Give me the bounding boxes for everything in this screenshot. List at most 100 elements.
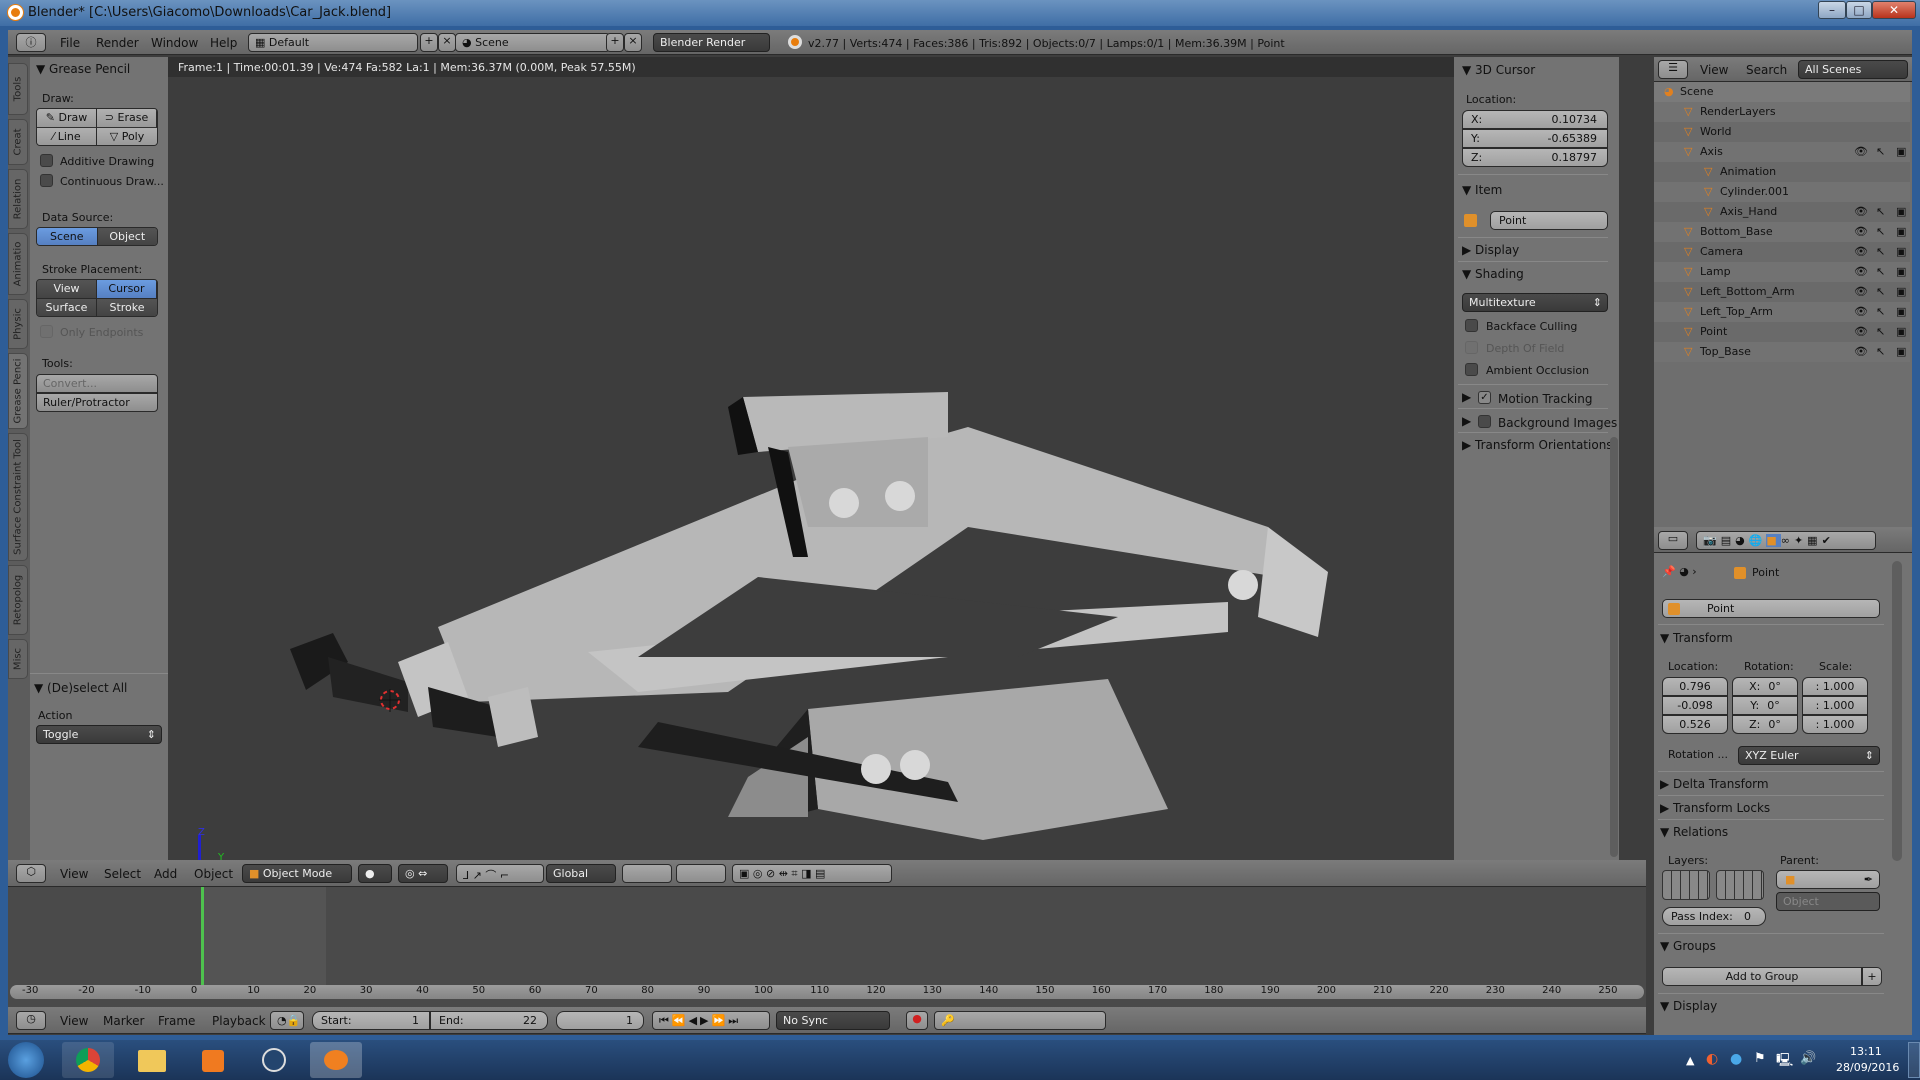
tab-misc[interactable]: Misc [8, 639, 28, 679]
editor-type-outliner-icon[interactable]: ☰ [1658, 60, 1688, 79]
add-layout-icon[interactable]: + [420, 33, 438, 52]
select-arrow-icon[interactable]: ↖ [1876, 205, 1885, 218]
menu-playback[interactable]: Playback [212, 1014, 266, 1028]
shading-mode-select[interactable]: Multitexture ⇕ [1462, 293, 1608, 312]
depth-of-field-checkbox[interactable] [1465, 341, 1478, 354]
menu-object[interactable]: Object [194, 867, 233, 881]
motion-tracking-panel-header[interactable]: ▶ [1462, 390, 1471, 404]
render-camera-icon[interactable]: ▣ [1896, 325, 1906, 338]
add-group-icon[interactable]: + [1862, 967, 1882, 986]
add-scene-icon[interactable]: + [606, 33, 624, 52]
item-panel-header[interactable]: ▼ Item [1462, 183, 1502, 197]
select-arrow-icon[interactable]: ↖ [1876, 285, 1885, 298]
continuous-drawing-checkbox[interactable] [40, 174, 53, 187]
maximize-button[interactable]: □ [1846, 1, 1872, 19]
scale-field[interactable]: : 1.000 [1802, 715, 1868, 734]
display-panel-header[interactable]: ▶ Display [1462, 243, 1519, 257]
tab-animation[interactable]: Animatio [8, 233, 28, 295]
eye-icon[interactable]: 👁 [1854, 145, 1868, 158]
menu-timeline-view[interactable]: View [60, 1014, 88, 1028]
scale-field[interactable]: : 1.000 [1802, 696, 1868, 715]
ruler-protractor-button[interactable]: Ruler/Protractor [36, 393, 158, 412]
pivot-point-icon[interactable]: ◎ ⇔ [398, 864, 448, 883]
eye-icon[interactable]: 👁 [1854, 325, 1868, 338]
pin-icon[interactable]: 📌 ◕ › [1662, 565, 1697, 578]
taskbar-blender-icon[interactable] [310, 1042, 362, 1078]
only-endpoints-checkbox[interactable] [40, 325, 53, 338]
outliner-item[interactable]: ▽ Axis 👁 ↖ ▣ [1654, 142, 1910, 162]
current-frame-field[interactable]: 1 [556, 1011, 644, 1030]
rotation-field[interactable]: X: 0° [1732, 677, 1798, 696]
convert-button[interactable]: Convert... [36, 374, 158, 393]
outliner-item[interactable]: ▽ Lamp 👁 ↖ ▣ [1654, 262, 1910, 282]
eye-icon[interactable]: 👁 [1854, 225, 1868, 238]
stroke-view[interactable]: View [37, 280, 97, 299]
context-tabs[interactable]: 📷▤◕🌐■∞✦▦✔ [1696, 531, 1876, 550]
minimize-button[interactable]: – [1818, 1, 1846, 19]
current-frame-indicator[interactable] [201, 887, 204, 985]
outliner-item[interactable]: ▽ Point 👁 ↖ ▣ [1654, 322, 1910, 342]
taskbar-sourcetree-icon[interactable] [248, 1042, 300, 1078]
3d-cursor-panel-header[interactable]: ▼ 3D Cursor [1462, 63, 1535, 77]
remove-layout-icon[interactable]: × [438, 33, 456, 52]
parent-field[interactable]: ■ ✒ [1776, 870, 1880, 889]
select-arrow-icon[interactable]: ↖ [1876, 225, 1885, 238]
grease-pencil-panel-header[interactable]: ▼ Grease Pencil [36, 62, 130, 76]
timeline[interactable]: -30 -20 -10 0 10 20 30 40 50 60 70 80 90 100 110 120 130… [8, 887, 1646, 1007]
outliner-item[interactable]: ▽ Animation [1654, 162, 1910, 182]
rotation-field[interactable]: Z: 0° [1732, 715, 1798, 734]
editor-type-info-icon[interactable]: ⓘ [16, 33, 46, 52]
tray-flag-icon[interactable]: ⚑ [1754, 1051, 1766, 1066]
menu-add[interactable]: Add [154, 867, 177, 881]
parent-type-select[interactable]: Object [1776, 892, 1880, 911]
location-field[interactable]: 0.526 [1662, 715, 1728, 734]
scrollbar[interactable] [1610, 437, 1618, 857]
layers-grid-left[interactable] [1662, 870, 1710, 900]
poly-button[interactable]: ▽ Poly [97, 127, 157, 145]
relations-panel-header[interactable]: ▼ Relations [1660, 825, 1728, 839]
editor-type-3d-icon[interactable]: ⬡ [16, 864, 46, 883]
item-name-field[interactable]: Point [1490, 211, 1608, 230]
preview-range-icon[interactable]: ◔🔒 [270, 1011, 304, 1030]
layers-grid-right[interactable] [1716, 870, 1764, 900]
deselect-all-panel-header[interactable]: ▼ (De)select All [34, 681, 127, 695]
transform-orientations-panel-header[interactable]: ▶ Transform Orientations [1462, 438, 1613, 452]
draw-button[interactable]: ✎ Draw [37, 109, 97, 128]
tab-retopology[interactable]: Retopolog [8, 565, 28, 635]
editor-type-timeline-icon[interactable]: ◷ [16, 1011, 46, 1030]
layers-grid-1[interactable] [622, 864, 672, 883]
menu-view[interactable]: View [60, 867, 88, 881]
transform-locks-panel-header[interactable]: ▶ Transform Locks [1660, 801, 1770, 815]
keying-set-field[interactable]: 🔑 [934, 1011, 1106, 1030]
start-frame-field[interactable]: Start: 1 [312, 1011, 430, 1030]
background-images-checkbox[interactable] [1478, 415, 1491, 428]
backface-culling-checkbox[interactable] [1465, 319, 1478, 332]
render-camera-icon[interactable]: ▣ [1896, 145, 1906, 158]
layers-grid-2[interactable] [676, 864, 726, 883]
render-engine-select[interactable]: Blender Render [653, 33, 770, 52]
tray-ccleaner-icon[interactable]: ◐ [1706, 1051, 1718, 1067]
transform-panel-header[interactable]: ▼ Transform [1660, 631, 1733, 645]
cursor-y-field[interactable]: Y: -0.65389 [1462, 129, 1608, 148]
scene-select[interactable]: ◕ Scene [455, 33, 610, 52]
outliner-item[interactable]: ▽ Bottom_Base 👁 ↖ ▣ [1654, 222, 1910, 242]
record-icon[interactable]: ● [906, 1011, 928, 1030]
eye-icon[interactable]: 👁 [1854, 245, 1868, 258]
tab-physics[interactable]: Physic [8, 299, 28, 349]
playback-controls[interactable]: ⏮⏪◀▶⏩⏭ [652, 1011, 770, 1030]
stroke-surface[interactable]: Surface [37, 298, 97, 316]
outliner-item[interactable]: ▽ Left_Bottom_Arm 👁 ↖ ▣ [1654, 282, 1910, 302]
groups-panel-header[interactable]: ▼ Groups [1660, 939, 1716, 953]
outliner-item[interactable]: ▽ Camera 👁 ↖ ▣ [1654, 242, 1910, 262]
eye-icon[interactable]: 👁 [1854, 345, 1868, 358]
menu-help[interactable]: Help [210, 36, 237, 50]
line-button[interactable]: ⁄ Line [37, 127, 97, 145]
cursor-z-field[interactable]: Z: 0.18797 [1462, 148, 1608, 167]
render-camera-icon[interactable]: ▣ [1896, 205, 1906, 218]
additive-drawing-checkbox[interactable] [40, 154, 53, 167]
end-frame-field[interactable]: End: 22 [430, 1011, 548, 1030]
3d-viewport[interactable]: Frame:1 | Time:00:01.39 | Ve:474 Fa:582 … [168, 57, 1454, 887]
menu-frame[interactable]: Frame [158, 1014, 195, 1028]
show-desktop-button[interactable] [1908, 1042, 1920, 1078]
tab-surface-constraint[interactable]: Surface Constraint Tool [8, 433, 28, 561]
